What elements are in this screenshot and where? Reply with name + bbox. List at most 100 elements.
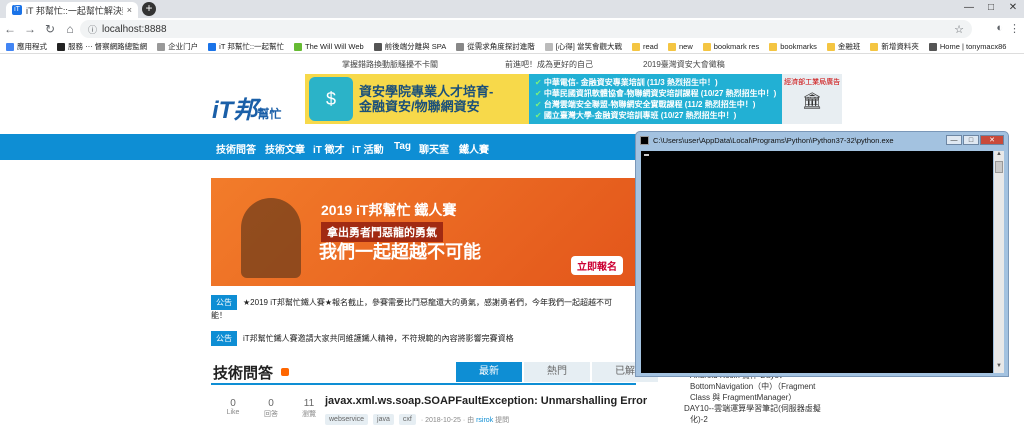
lock-coin-icon: $ (309, 77, 353, 121)
python-console-window[interactable]: C:\Users\user\AppData\Local\Programs\Pyt… (635, 131, 1009, 377)
author-link[interactable]: rsirok (476, 417, 493, 424)
address-bar[interactable]: ⓘ localhost:8888 ☆ (80, 20, 972, 38)
home-icon[interactable]: ⌂ (60, 22, 80, 36)
reload-icon[interactable]: ↻ (40, 22, 60, 36)
promo-link[interactable]: 2019臺灣資安大會徵稿 (643, 59, 725, 70)
bookmark-item[interactable]: 從需求角度探討進階 (456, 41, 535, 52)
tab-close-icon[interactable]: × (127, 5, 132, 15)
question-title-link[interactable]: javax.xml.ws.soap.SOAPFaultException: Un… (325, 395, 647, 407)
extension-icon[interactable]: ◐ (996, 22, 1003, 35)
bookmark-star-icon[interactable]: ☆ (954, 23, 964, 36)
scroll-thumb[interactable] (995, 161, 1003, 173)
nav-tag[interactable]: Tag (394, 141, 411, 152)
sidebar-link[interactable]: DAY10--雲端運算學習筆記(伺服器虛擬 (684, 403, 845, 414)
url-text[interactable]: localhost:8888 (102, 24, 949, 35)
console-titlebar[interactable]: C:\Users\user\AppData\Local\Programs\Pyt… (636, 132, 1008, 148)
ad-course: 中華電信- 金融資安專業培訓 (11/3 熱烈招生中！) (535, 77, 776, 88)
nav-articles[interactable]: 技術文章 (265, 141, 305, 156)
nav-events[interactable]: iT 活動 (352, 141, 384, 156)
folder-icon (870, 42, 879, 51)
main-nav: 技術問答 技術文章 iT 徵才 iT 活動 Tag 聊天室 鐵人賽 (0, 134, 636, 160)
announcement-text[interactable]: ★2019 iT邦幫忙鐵人賽★報名截止，參賽需要比鬥惡龍還大的勇氣，感謝勇者們，… (243, 297, 612, 308)
new-tab-button[interactable]: + (142, 2, 156, 16)
maximize-button[interactable]: □ (980, 0, 1002, 16)
sidebar-link[interactable]: Class 與 FragmentManager） (690, 392, 845, 403)
nav-questions[interactable]: 技術問答 (216, 141, 256, 156)
question-stats: 0 Like 0 回答 11 瀏覽 (222, 398, 320, 419)
tab-title: iT 邦幫忙::一起幫忙解決難題 - 拯 (26, 5, 123, 16)
bookmark-item[interactable]: The Will Will Web (294, 42, 364, 51)
console-app-icon (640, 135, 649, 145)
question-tabs: 最新 熱門 已解 (456, 362, 660, 382)
like-count: 0 (230, 398, 236, 409)
browser-toolbar: ← → ↻ ⌂ ⓘ localhost:8888 ☆ ◐ ⋮ (0, 18, 1024, 40)
back-arrow-icon[interactable]: ← (0, 22, 20, 36)
bookmark-folder[interactable]: bookmarks (769, 42, 817, 51)
hero-character-image (241, 198, 301, 278)
announcement-text-cont: 能！ (211, 311, 227, 320)
ad-course: 中華民國資訊軟體協會-物聯網資安培訓課程 (10/27 熱烈招生中！) (535, 88, 776, 99)
scroll-down-arrow-icon[interactable]: ▼ (994, 363, 1004, 373)
bookmark-folder[interactable]: 新增資料夾 (870, 41, 919, 52)
text-cursor (644, 154, 649, 156)
bookmark-folder[interactable]: new (668, 42, 693, 51)
bookmark-item[interactable]: 服務 ⋯ 督察網路總監網 (57, 41, 147, 52)
tab-underline (211, 383, 636, 385)
ad-course: 國立臺灣大學-金融資安培訓專班 (10/27 熱烈招生中！) (535, 110, 776, 121)
promo-link[interactable]: 前進吧！成為更好的自己 (505, 59, 593, 70)
bookmark-folder[interactable]: 金融班 (826, 41, 860, 52)
ad-sponsor: 經濟部工業局廣告 🏛 (782, 74, 842, 124)
ironman-banner[interactable]: 2019 iT邦幫忙 鐵人賽 拿出勇者鬥惡龍的勇氣 我們一起超越不可能 立即報名 (211, 178, 636, 286)
ad-course: 台灣雲端安全聯盟-物聯網安全實戰課程 (11/2 熱烈招生中！) (535, 99, 776, 110)
rss-icon[interactable] (281, 368, 289, 376)
bookmark-item[interactable]: iT 邦幫忙::一起幫忙 (208, 41, 284, 52)
tag-chip[interactable]: java (373, 414, 394, 425)
bookmark-item[interactable]: [心得] 當笑會觀大戰 (544, 41, 622, 52)
announcement-text[interactable]: iT邦幫忙鐵人賽邀請大家共同維護鐵人精神，不符規範的內容將影響完賽資格 (243, 333, 514, 344)
bookmark-folder[interactable]: bookmark res (702, 42, 759, 51)
ad-banner[interactable]: $ 資安學院專業人才培育- 金融資安/物聯網資安 中華電信- 金融資安專業培訓 … (305, 74, 842, 124)
answer-count: 0 (268, 398, 274, 409)
nav-ironman[interactable]: 鐵人賽 (459, 141, 489, 156)
bookmark-item[interactable]: 前後端分離與 SPA (373, 41, 446, 52)
close-window-button[interactable]: ✕ (1002, 0, 1024, 16)
sidebar-link[interactable]: BottomNavigation（中）（Fragment (690, 381, 845, 392)
console-output-area[interactable] (641, 151, 993, 373)
banner-title: 2019 iT邦幫忙 鐵人賽 (321, 202, 457, 218)
folder-icon (668, 42, 676, 51)
register-button[interactable]: 立即報名 (571, 256, 623, 275)
ad-headline: 資安學院專業人才培育- (359, 84, 494, 99)
console-scrollbar[interactable]: ▲ ▼ (994, 151, 1004, 373)
sidebar-link[interactable]: 化)-2 (690, 414, 845, 425)
banner-slogan: 我們一起超越不可能 (319, 242, 481, 262)
bookmark-icon (544, 42, 553, 51)
tag-chip[interactable]: cxf (398, 414, 416, 425)
tag-chip[interactable]: webservice (325, 414, 369, 425)
tab-latest[interactable]: 最新 (456, 362, 522, 382)
promo-link[interactable]: 掌握錯路換動脈騷擾不卡關 (342, 59, 438, 70)
info-icon[interactable]: ⓘ (88, 23, 97, 36)
site-logo[interactable]: iT邦幫忙 (212, 90, 281, 125)
menu-icon[interactable]: ⋮ (1009, 22, 1020, 35)
forward-arrow-icon[interactable]: → (20, 22, 40, 36)
console-title: C:\Users\user\AppData\Local\Programs\Pyt… (653, 135, 894, 145)
tab-popular[interactable]: 熱門 (524, 362, 590, 382)
bookmark-item[interactable]: Home | tonymacx86 (928, 42, 1006, 51)
announcement-label: 公告 (211, 294, 237, 310)
folder-icon (631, 42, 640, 51)
government-building-icon: 🏛 (801, 93, 823, 110)
console-close-button[interactable]: ✕ (980, 135, 1004, 145)
bookmark-icon (373, 42, 382, 51)
nav-jobs[interactable]: iT 徵才 (313, 141, 345, 156)
bookmark-icon (57, 42, 65, 51)
minimize-button[interactable]: — (958, 0, 980, 16)
scroll-up-arrow-icon[interactable]: ▲ (994, 151, 1004, 161)
bookmark-item[interactable]: 企业门户 (157, 41, 198, 52)
bookmark-apps[interactable]: 應用程式 (6, 41, 47, 52)
bookmark-folder[interactable]: read (631, 42, 658, 51)
promo-links: 掌握錯路換動脈騷擾不卡關 前進吧！成為更好的自己 2019臺灣資安大會徵稿 (0, 56, 1024, 70)
console-minimize-button[interactable]: — (946, 135, 962, 145)
nav-chatroom[interactable]: 聊天室 (419, 141, 449, 156)
browser-tab[interactable]: iT iT 邦幫忙::一起幫忙解決難題 - 拯 × (6, 2, 138, 18)
console-maximize-button[interactable]: □ (963, 135, 979, 145)
